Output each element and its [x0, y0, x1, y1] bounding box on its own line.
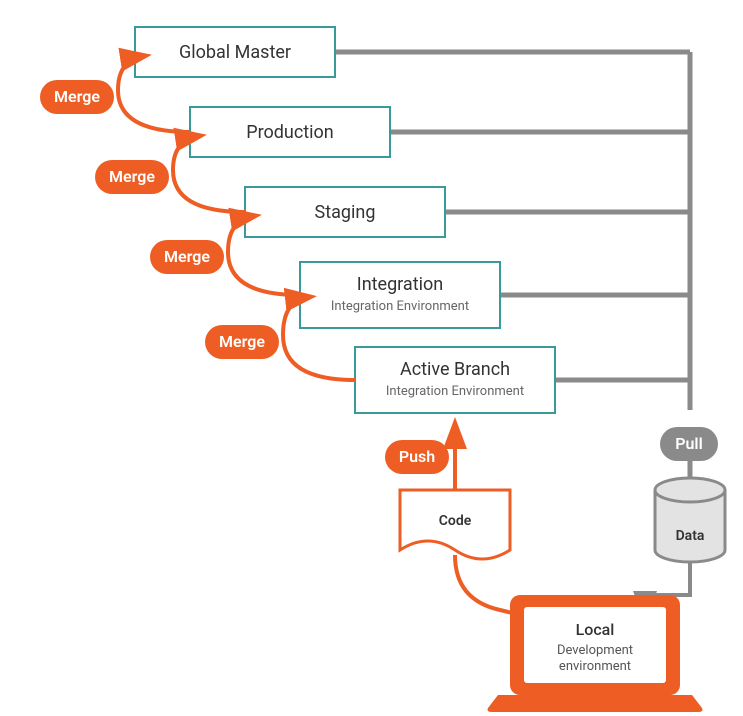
stage-title-2: Staging: [315, 202, 376, 223]
local-title: Local: [576, 620, 615, 639]
stage-title-3: Integration: [357, 274, 443, 295]
merge-label-2: Merge: [109, 167, 155, 186]
merge-label-4: Merge: [219, 332, 265, 351]
merge-label-1: Merge: [54, 87, 100, 106]
stage-integration: Integration Integration Environment: [300, 262, 690, 328]
stage-production: Production: [190, 107, 690, 157]
data-cylinder: Data: [655, 478, 725, 562]
merge-badge-1: Merge: [40, 80, 114, 114]
stage-active-branch: Active Branch Integration Environment: [355, 347, 690, 413]
local-sub1: Development: [557, 643, 633, 658]
code-document: Code: [400, 490, 510, 559]
code-label: Code: [439, 513, 472, 529]
stage-title-1: Production: [246, 122, 334, 143]
push-badge: Push: [385, 440, 449, 474]
data-label: Data: [676, 528, 705, 544]
merge-badge-3: Merge: [150, 240, 224, 274]
laptop-icon: Local Development environment: [488, 595, 703, 712]
stage-title-4: Active Branch: [400, 359, 510, 380]
merge-label-3: Merge: [164, 247, 210, 266]
stage-sub-4: Integration Environment: [386, 384, 524, 399]
stage-title-0: Global Master: [179, 42, 291, 63]
stage-sub-3: Integration Environment: [331, 299, 469, 314]
push-label: Push: [399, 447, 435, 466]
pull-label: Pull: [675, 434, 703, 453]
stage-staging: Staging: [245, 187, 690, 237]
merge-badge-4: Merge: [205, 325, 279, 359]
merge-badge-2: Merge: [95, 160, 169, 194]
stage-global-master: Global Master: [135, 27, 690, 77]
pull-badge: Pull: [660, 427, 718, 461]
local-sub2: environment: [559, 659, 631, 674]
